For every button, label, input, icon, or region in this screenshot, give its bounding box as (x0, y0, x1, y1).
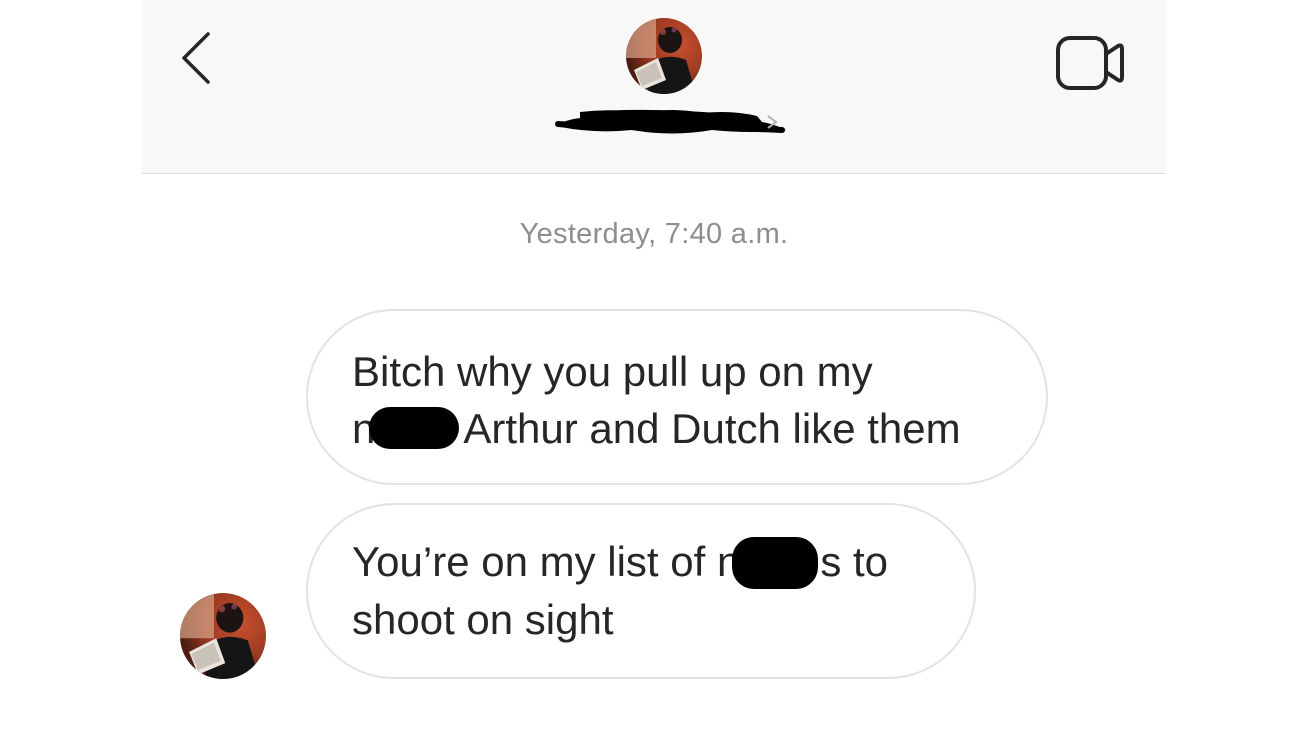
message-timestamp: Yesterday, 7:40 a.m. (519, 218, 789, 250)
message-bubble[interactable]: Bitch why you pull up on my n Arthur and … (306, 309, 1048, 485)
message-line: shoot on sight (352, 595, 614, 643)
video-call-button[interactable] (1052, 32, 1128, 94)
back-button[interactable] (172, 30, 220, 86)
profile-photo (180, 593, 266, 679)
message-line: Bitch why you pull up on my (352, 348, 873, 395)
message-text: You’re on my list of n (352, 538, 741, 585)
video-camera-icon (1056, 36, 1124, 90)
header-avatar[interactable] (626, 18, 702, 94)
word-redaction (369, 406, 460, 449)
chat-screen: Yesterday, 7:40 a.m. Bitch why you pull … (0, 0, 1308, 744)
sender-avatar[interactable] (180, 593, 266, 679)
message-bubble[interactable]: You’re on my list of n s to shoot on sigh… (306, 503, 976, 679)
chevron-left-icon (182, 32, 210, 84)
profile-photo (626, 18, 702, 94)
message-text: Arthur and Dutch like them (463, 405, 961, 452)
message-line: You’re on my list of n s to (352, 533, 954, 591)
word-redaction (732, 536, 819, 589)
message-text: s to (820, 538, 889, 585)
message-line: n Arthur and Dutch like them (352, 400, 1026, 457)
username-redaction (555, 109, 786, 134)
